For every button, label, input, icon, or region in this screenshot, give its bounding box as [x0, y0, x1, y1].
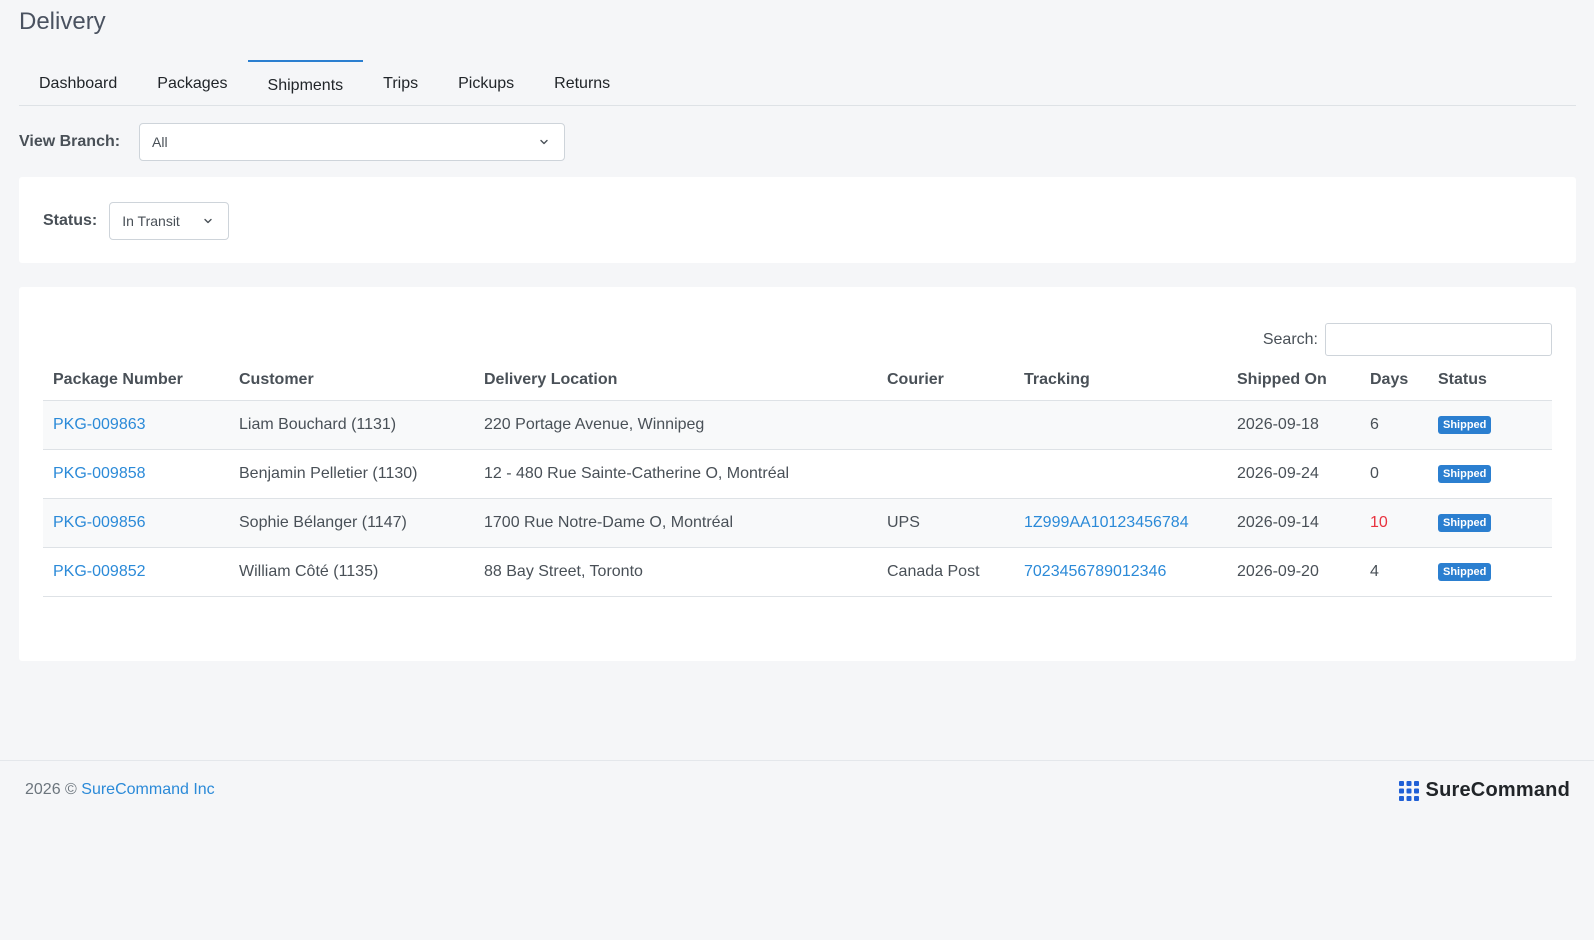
tab-packages[interactable]: Packages: [137, 60, 247, 106]
customer-cell: William Côté (1135): [229, 547, 474, 597]
tab-trips[interactable]: Trips: [363, 60, 438, 106]
tab-returns[interactable]: Returns: [534, 60, 630, 106]
customer-cell: Sophie Bélanger (1147): [229, 498, 474, 548]
courier-cell: [877, 449, 1014, 499]
customer-cell: Liam Bouchard (1131): [229, 400, 474, 450]
shipped-on-cell: 2026-09-20: [1227, 547, 1360, 597]
column-header-days[interactable]: Days: [1360, 360, 1428, 401]
status-filter: Status: In Transit: [43, 202, 230, 240]
status-select-value: In Transit: [122, 213, 180, 229]
courier-cell: Canada Post: [877, 547, 1014, 597]
tracking-link[interactable]: 1Z999AA10123456784: [1024, 514, 1189, 531]
column-header-status[interactable]: Status: [1428, 360, 1552, 401]
tracking-link[interactable]: 7023456789012346: [1024, 563, 1166, 580]
column-header-package-number[interactable]: Package Number: [43, 360, 229, 401]
table-row: PKG-009863 Liam Bouchard (1131) 220 Port…: [43, 400, 1552, 450]
chevron-down-icon: [204, 218, 212, 224]
package-link[interactable]: PKG-009852: [53, 563, 146, 580]
shipments-table: Package Number Customer Delivery Locatio…: [43, 360, 1552, 597]
branch-select[interactable]: All: [139, 123, 565, 161]
status-badge: Shipped: [1438, 514, 1492, 532]
tab-pickups[interactable]: Pickups: [438, 60, 534, 106]
branch-select-value: All: [152, 134, 168, 150]
shipped-on-cell: 2026-09-18: [1227, 400, 1360, 450]
column-header-tracking[interactable]: Tracking: [1014, 360, 1227, 401]
table-row: PKG-009858 Benjamin Pelletier (1130) 12 …: [43, 449, 1552, 499]
brand-name: SureCommand: [1425, 779, 1570, 801]
company-link[interactable]: SureCommand Inc: [81, 781, 214, 798]
shipped-on-cell: 2026-09-14: [1227, 498, 1360, 548]
branch-filter: View Branch: All: [19, 123, 565, 161]
package-link[interactable]: PKG-009858: [53, 465, 146, 482]
copyright-year: 2026 ©: [25, 781, 77, 798]
grid-dots-icon: [1398, 780, 1419, 801]
status-filter-card: Status: In Transit: [19, 177, 1576, 263]
search-input[interactable]: [1325, 323, 1552, 356]
column-header-customer[interactable]: Customer: [229, 360, 474, 401]
section-tabs: Dashboard Packages Shipments Trips Picku…: [19, 60, 1576, 106]
location-cell: 220 Portage Avenue, Winnipeg: [474, 400, 877, 450]
page-title: Delivery: [19, 8, 106, 35]
shipped-on-cell: 2026-09-24: [1227, 449, 1360, 499]
courier-cell: [877, 400, 1014, 450]
status-badge: Shipped: [1438, 416, 1492, 434]
page-footer: 2026 © SureCommand Inc SureCommand: [0, 760, 1594, 940]
status-filter-label: Status:: [43, 212, 98, 229]
brand-logo: SureCommand: [1398, 779, 1570, 802]
shipments-table-card: Search: Package Number Customer Delivery…: [19, 287, 1576, 661]
status-badge: Shipped: [1438, 563, 1492, 581]
chevron-down-icon: [540, 139, 548, 145]
location-cell: 1700 Rue Notre-Dame O, Montréal: [474, 498, 877, 548]
days-cell: 4: [1360, 547, 1428, 597]
table-row: PKG-009856 Sophie Bélanger (1147) 1700 R…: [43, 498, 1552, 548]
tab-dashboard[interactable]: Dashboard: [19, 60, 137, 106]
table-search: Search:: [1263, 323, 1552, 356]
customer-cell: Benjamin Pelletier (1130): [229, 449, 474, 499]
column-header-delivery-location[interactable]: Delivery Location: [474, 360, 877, 401]
days-cell: 6: [1360, 400, 1428, 450]
location-cell: 88 Bay Street, Toronto: [474, 547, 877, 597]
table-row: PKG-009852 William Côté (1135) 88 Bay St…: [43, 547, 1552, 597]
column-header-courier[interactable]: Courier: [877, 360, 1014, 401]
delivery-page: Delivery Dashboard Packages Shipments Tr…: [0, 0, 1594, 940]
days-cell: 0: [1360, 449, 1428, 499]
status-badge: Shipped: [1438, 465, 1492, 483]
location-cell: 12 - 480 Rue Sainte-Catherine O, Montréa…: [474, 449, 877, 499]
days-cell-overdue: 10: [1360, 498, 1428, 548]
column-header-shipped-on[interactable]: Shipped On: [1227, 360, 1360, 401]
tab-shipments[interactable]: Shipments: [247, 60, 364, 106]
package-link[interactable]: PKG-009863: [53, 416, 146, 433]
package-link[interactable]: PKG-009856: [53, 514, 146, 531]
status-select[interactable]: In Transit: [109, 202, 230, 240]
copyright: 2026 © SureCommand Inc: [25, 781, 215, 799]
branch-filter-label: View Branch:: [19, 133, 121, 150]
table-header-row: Package Number Customer Delivery Locatio…: [43, 360, 1552, 401]
courier-cell: UPS: [877, 498, 1014, 548]
search-label: Search:: [1262, 330, 1318, 348]
